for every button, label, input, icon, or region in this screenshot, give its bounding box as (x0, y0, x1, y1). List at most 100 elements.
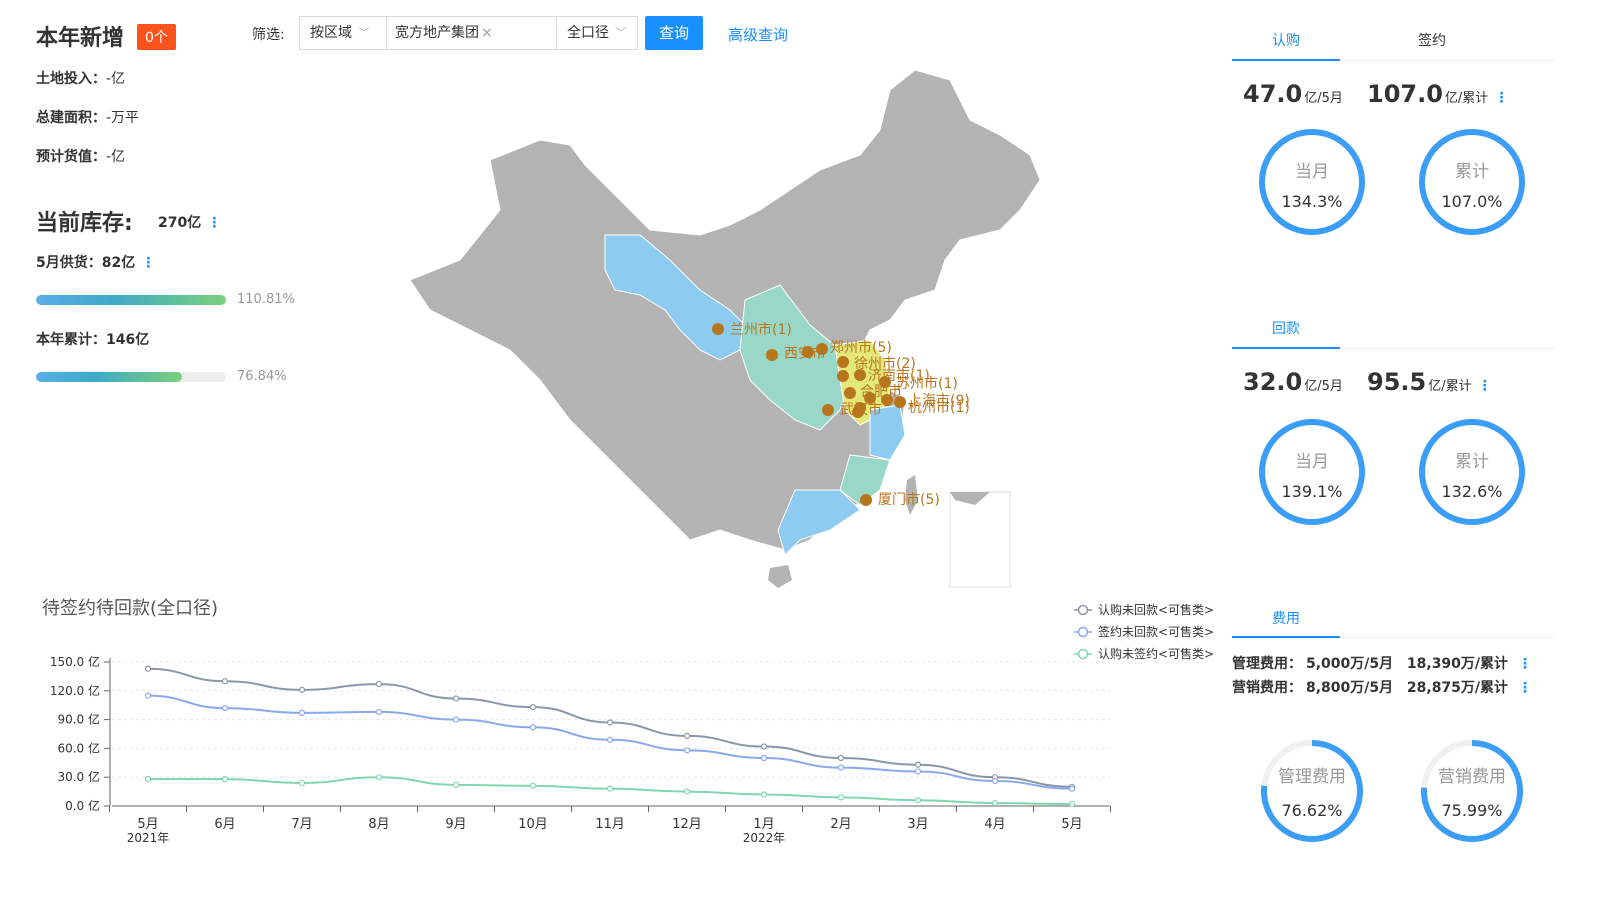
payment-month-ring: 当月 139.1% (1259, 419, 1365, 525)
series-point (144, 776, 152, 783)
x-tick-label: 3月 (907, 817, 928, 832)
total-area-label: 总建面积： (36, 110, 106, 126)
monthly-supply-bar-fill (36, 295, 226, 305)
x-tick-label: 11月 (595, 817, 625, 832)
series-point (837, 754, 845, 762)
subscription-total-value: 107.0 (1367, 80, 1443, 108)
query-button[interactable]: 查询 (645, 16, 703, 50)
chevron-down-icon: ﹀ (615, 26, 628, 40)
city-label: 苏州市(1) (896, 375, 958, 392)
city-label: 上海市(9) (908, 392, 970, 409)
city-dot[interactable] (844, 387, 856, 399)
city-label: 武汉市 (840, 401, 882, 418)
series-point (683, 732, 691, 740)
company-tag: 宽方地产集团 (395, 25, 479, 41)
inventory-value: 270亿 (158, 215, 202, 231)
region-select[interactable]: 按区域 ﹀ (299, 16, 387, 50)
legend-label: 认购未回款<可售类> (1098, 602, 1214, 617)
more-icon[interactable]: ⋮ (1478, 378, 1492, 394)
more-icon[interactable]: ⋮ (1518, 680, 1532, 696)
series-point (452, 781, 460, 788)
advanced-query-link[interactable]: 高级查询 (728, 24, 788, 45)
subscription-month-value: 47.0 (1243, 80, 1303, 108)
land-investment-value: -亿 (106, 71, 126, 87)
chevron-down-icon: ﹀ (358, 26, 371, 40)
company-select[interactable]: 宽方地产集团 × (386, 16, 557, 50)
ring-value: 134.3% (1281, 192, 1343, 211)
city-label: 西安市 (784, 345, 826, 362)
city-dot[interactable] (837, 370, 849, 382)
city-dot[interactable] (822, 404, 834, 416)
yearly-supply-value: 146亿 (106, 332, 150, 348)
x-tick-label: 9月 (445, 817, 466, 832)
series-point (914, 761, 922, 768)
series-point (991, 777, 999, 785)
legend-swatch-marker (1077, 604, 1089, 616)
legend-label: 认购未签约<可售类> (1098, 646, 1214, 661)
series-point (452, 716, 460, 723)
series-point (375, 708, 383, 716)
series-line (147, 667, 1073, 788)
tab-active-indicator (1232, 636, 1340, 638)
series-point (606, 719, 614, 726)
map-region (950, 492, 990, 505)
more-icon[interactable]: ⋮ (1494, 90, 1508, 106)
map-provinces (409, 69, 1041, 588)
more-icon[interactable]: ⋮ (207, 215, 221, 231)
management-fee-label: 管理费用： (1232, 656, 1302, 672)
series-point (683, 747, 691, 754)
series-point (298, 709, 306, 716)
payment-month-unit: 亿/5月 (1304, 379, 1343, 394)
legend-swatch-marker (1077, 648, 1089, 660)
marketing-fee-row: 营销费用： 8,800万/5月 28,875万/累计 ⋮ (1232, 677, 1536, 697)
yearly-supply-label: 本年累计： (36, 332, 106, 348)
series-point (1068, 800, 1076, 808)
south-china-sea-inset (949, 491, 1011, 588)
more-icon[interactable]: ⋮ (1518, 656, 1532, 672)
chart-y-axis: 0.0 亿 30.0 亿 60.0 亿 90.0 亿 120.0 亿 150.0 亿 (50, 654, 111, 813)
subscription-month-ring: 当月 134.3% (1259, 129, 1365, 235)
city-dot[interactable] (712, 323, 724, 335)
management-fee-month: 5,000万/5月 (1306, 656, 1394, 672)
tab-fees[interactable]: 费用 (1232, 608, 1340, 628)
series-point (144, 692, 152, 699)
ring-value: 75.99% (1441, 801, 1502, 820)
estimated-value-row: 预计货值：-亿 (36, 146, 125, 166)
legend-swatch-marker (1077, 626, 1089, 638)
total-area-value: -万平 (106, 110, 140, 126)
series-point (529, 782, 537, 789)
ring-label: 当月 (1295, 452, 1329, 472)
inventory-title: 当前库存: (36, 211, 133, 236)
payment-total-ring: 累计 132.6% (1419, 419, 1525, 525)
yearly-supply-bar (36, 372, 226, 382)
city-dot[interactable] (860, 494, 872, 506)
new-this-year-title: 本年新增 (36, 26, 125, 51)
ring-value: 107.0% (1441, 192, 1503, 211)
payment-month-stat: 32.0 亿/5月 (1243, 368, 1343, 396)
subscription-month-stat: 47.0 亿/5月 (1243, 80, 1343, 108)
x-tick-label: 8月 (368, 817, 389, 832)
tab-contract[interactable]: 签约 (1378, 30, 1486, 50)
monthly-supply-percent: 110.81% (237, 292, 295, 307)
scope-select-value: 全口径 (567, 25, 609, 41)
yearly-supply-bar-fill (36, 372, 182, 382)
more-icon[interactable]: ⋮ (141, 255, 155, 271)
city-dot[interactable] (837, 356, 849, 368)
yearly-supply-row: 本年累计：146亿 (36, 329, 149, 349)
subscription-month-unit: 亿/5月 (1304, 91, 1343, 106)
tab-subscription[interactable]: 认购 (1232, 30, 1340, 50)
map-region (768, 565, 792, 588)
close-icon[interactable]: × (481, 25, 493, 41)
series-point (298, 686, 306, 693)
series-point (837, 764, 845, 771)
series-point (375, 774, 383, 781)
series-point (221, 776, 229, 783)
city-dot[interactable] (766, 349, 778, 361)
tab-payment[interactable]: 回款 (1232, 318, 1340, 338)
series-point (144, 665, 152, 672)
ring-label: 管理费用 (1278, 767, 1346, 787)
management-fee-ring: 管理费用 76.62% (1261, 740, 1363, 842)
y-tick-label: 30.0 亿 (57, 769, 100, 784)
scope-select[interactable]: 全口径 ﹀ (556, 16, 638, 50)
y-tick-label: 120.0 亿 (50, 683, 100, 698)
